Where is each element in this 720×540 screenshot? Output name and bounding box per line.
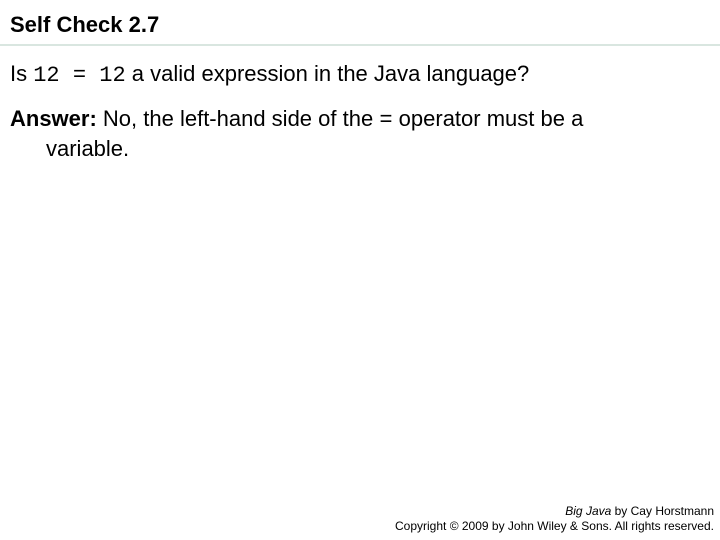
slide-body: Is 12 = 12 a valid expression in the Jav… bbox=[0, 54, 720, 164]
footer-line1: Big Java by Cay Horstmann bbox=[395, 504, 714, 519]
footer: Big Java by Cay Horstmann Copyright © 20… bbox=[395, 504, 714, 534]
question-suffix: a valid expression in the Java language? bbox=[126, 61, 530, 86]
title-bar: Self Check 2.7 bbox=[0, 0, 720, 46]
answer-code: = bbox=[379, 108, 392, 133]
slide: Self Check 2.7 Is 12 = 12 a valid expres… bbox=[0, 0, 720, 540]
answer-line1-part1: No, the left-hand side of the bbox=[97, 106, 373, 131]
slide-title: Self Check 2.7 bbox=[10, 12, 159, 37]
answer-line2: variable. bbox=[10, 135, 710, 164]
footer-book-title: Big Java bbox=[565, 504, 611, 518]
question-prefix: Is bbox=[10, 61, 33, 86]
question-code: 12 = 12 bbox=[33, 63, 125, 88]
footer-byline: by Cay Horstmann bbox=[611, 504, 714, 518]
answer-label: Answer: bbox=[10, 106, 97, 131]
answer-line1-part2: operator must be a bbox=[399, 106, 584, 131]
footer-copyright: Copyright © 2009 by John Wiley & Sons. A… bbox=[395, 519, 714, 534]
question-line: Is 12 = 12 a valid expression in the Jav… bbox=[10, 60, 710, 91]
answer-block: Answer: No, the left-hand side of the = … bbox=[10, 105, 710, 164]
